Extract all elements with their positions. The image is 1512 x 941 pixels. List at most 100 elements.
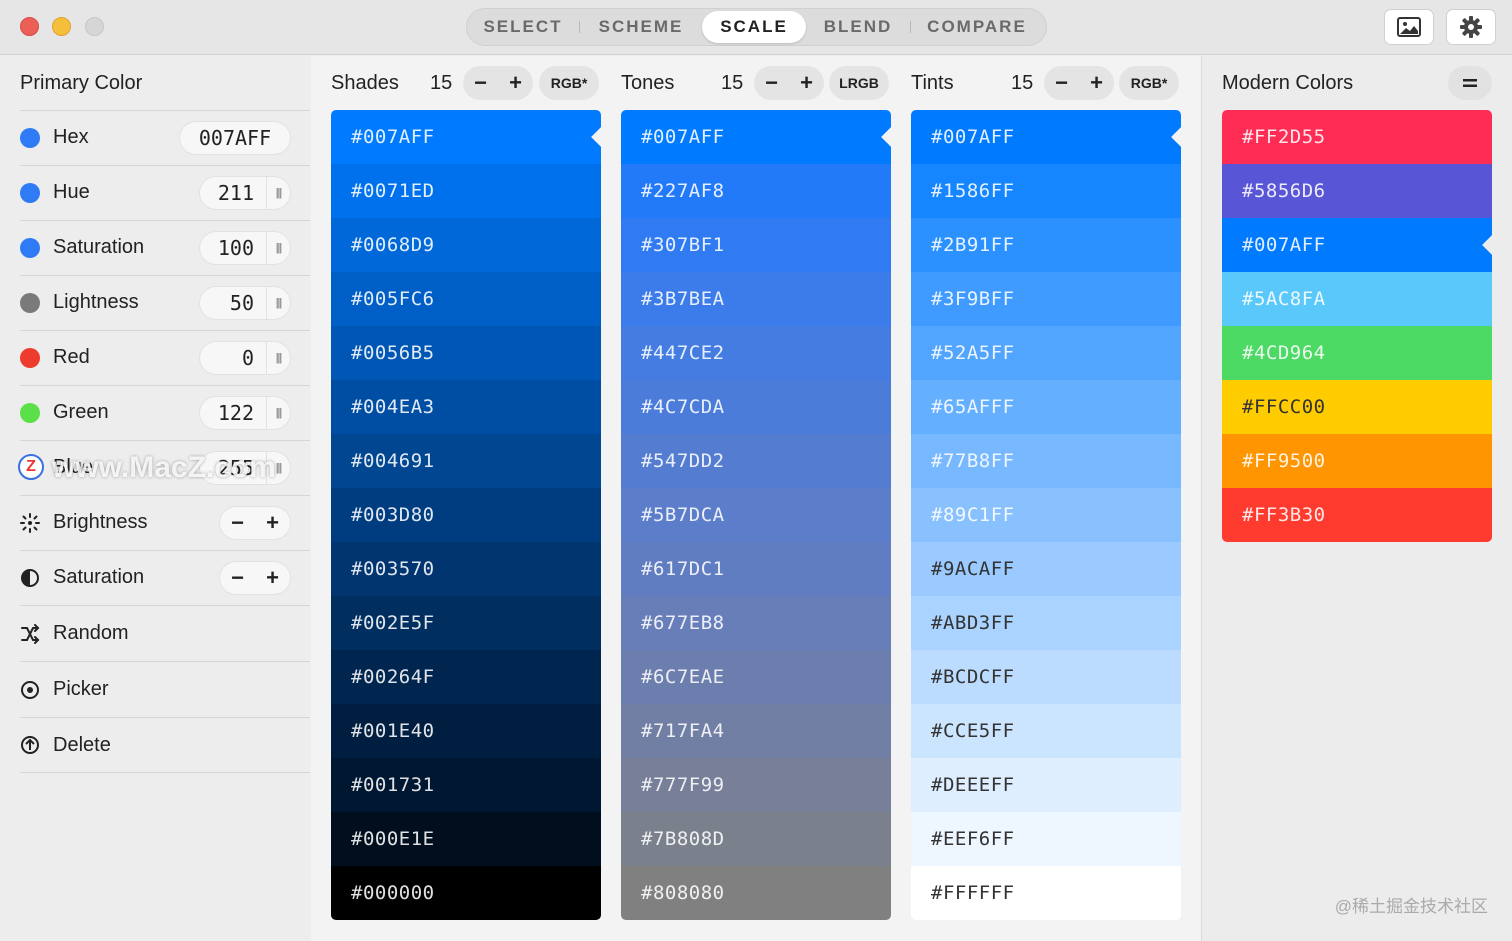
hue-field[interactable]: 211 ||| [200, 177, 290, 209]
tints-swatch[interactable]: #007AFF [911, 110, 1181, 164]
shades-swatch[interactable]: #0071ED [331, 164, 601, 218]
blue-slider-grip-icon[interactable]: ||| [266, 452, 290, 484]
green-field[interactable]: 122 ||| [200, 397, 290, 429]
tones-swatch[interactable]: #717FA4 [621, 704, 891, 758]
tints-swatch[interactable]: #89C1FF [911, 488, 1181, 542]
tints-swatch[interactable]: #2B91FF [911, 218, 1181, 272]
modern-swatch[interactable]: #007AFF [1222, 218, 1492, 272]
tab-select[interactable]: SELECT [467, 11, 579, 43]
brightness-decrease-button[interactable]: − [220, 510, 255, 536]
tones-swatch[interactable]: #5B7DCA [621, 488, 891, 542]
tones-swatch[interactable]: #7B808D [621, 812, 891, 866]
shades-mode-button[interactable]: RGB* [539, 66, 599, 100]
red-field[interactable]: 0 ||| [200, 342, 290, 374]
modern-swatch[interactable]: #FF9500 [1222, 434, 1492, 488]
tones-swatch[interactable]: #808080 [621, 866, 891, 920]
picker-button[interactable]: Picker [20, 661, 310, 717]
tones-swatch[interactable]: #307BF1 [621, 218, 891, 272]
shades-swatch[interactable]: #003D80 [331, 488, 601, 542]
tints-swatch[interactable]: #EEF6FF [911, 812, 1181, 866]
shades-increase-button[interactable]: + [498, 70, 533, 96]
shades-swatch[interactable]: #001E40 [331, 704, 601, 758]
shades-swatch[interactable]: #004EA3 [331, 380, 601, 434]
tones-swatch[interactable]: #677EB8 [621, 596, 891, 650]
shades-swatch[interactable]: #002E5F [331, 596, 601, 650]
modern-swatch[interactable]: #5AC8FA [1222, 272, 1492, 326]
modern-swatch[interactable]: #FF3B30 [1222, 488, 1492, 542]
modern-swatch[interactable]: #4CD964 [1222, 326, 1492, 380]
lightness-slider-grip-icon[interactable]: ||| [266, 287, 290, 319]
tones-swatch[interactable]: #6C7EAE [621, 650, 891, 704]
shades-swatch[interactable]: #003570 [331, 542, 601, 596]
settings-button[interactable] [1446, 9, 1496, 45]
hue-slider-grip-icon[interactable]: ||| [266, 177, 290, 209]
shades-swatch[interactable]: #0056B5 [331, 326, 601, 380]
tints-swatch[interactable]: #ABD3FF [911, 596, 1181, 650]
saturation-field[interactable]: 100 ||| [200, 232, 290, 264]
hex-value[interactable]: 007AFF [180, 126, 290, 150]
shades-swatch[interactable]: #005FC6 [331, 272, 601, 326]
tints-increase-button[interactable]: + [1079, 70, 1114, 96]
delete-button[interactable]: Delete [20, 717, 310, 773]
saturation-value[interactable]: 100 [200, 236, 266, 260]
tints-swatch[interactable]: #3F9BFF [911, 272, 1181, 326]
zoom-window-button[interactable] [85, 17, 104, 36]
saturation-increase-button[interactable]: + [255, 565, 290, 591]
tints-mode-button[interactable]: RGB* [1119, 66, 1179, 100]
modern-swatch[interactable]: #FF2D55 [1222, 110, 1492, 164]
tints-swatch[interactable]: #BCDCFF [911, 650, 1181, 704]
saturation-slider-grip-icon[interactable]: ||| [266, 232, 290, 264]
lightness-value[interactable]: 50 [200, 291, 266, 315]
shades-swatch[interactable]: #004691 [331, 434, 601, 488]
tab-scale[interactable]: SCALE [702, 11, 806, 43]
tones-swatch[interactable]: #227AF8 [621, 164, 891, 218]
tab-scheme[interactable]: SCHEME [580, 11, 702, 43]
tones-increase-button[interactable]: + [789, 70, 824, 96]
tones-swatch[interactable]: #547DD2 [621, 434, 891, 488]
minimize-window-button[interactable] [52, 17, 71, 36]
shades-swatch[interactable]: #001731 [331, 758, 601, 812]
tints-swatch[interactable]: #52A5FF [911, 326, 1181, 380]
hex-field[interactable]: 007AFF [180, 122, 290, 154]
image-button[interactable] [1384, 9, 1434, 45]
red-slider-grip-icon[interactable]: ||| [266, 342, 290, 374]
green-slider-grip-icon[interactable]: ||| [266, 397, 290, 429]
tones-swatch[interactable]: #007AFF [621, 110, 891, 164]
shades-decrease-button[interactable]: − [463, 70, 498, 96]
blue-field[interactable]: 255 ||| [200, 452, 290, 484]
tints-swatch[interactable]: #77B8FF [911, 434, 1181, 488]
modern-swatch[interactable]: #5856D6 [1222, 164, 1492, 218]
close-window-button[interactable] [20, 17, 39, 36]
blue-value[interactable]: 255 [200, 456, 266, 480]
tones-decrease-button[interactable]: − [754, 70, 789, 96]
tones-swatch[interactable]: #4C7CDA [621, 380, 891, 434]
tints-swatch[interactable]: #DEEEFF [911, 758, 1181, 812]
green-value[interactable]: 122 [200, 401, 266, 425]
shades-swatch[interactable]: #000E1E [331, 812, 601, 866]
tints-swatch[interactable]: #CCE5FF [911, 704, 1181, 758]
tints-decrease-button[interactable]: − [1044, 70, 1079, 96]
modern-colors-menu-button[interactable] [1448, 66, 1492, 100]
tints-swatch[interactable]: #65AFFF [911, 380, 1181, 434]
tab-blend[interactable]: BLEND [806, 11, 910, 43]
random-button[interactable]: Random [20, 605, 310, 661]
saturation-decrease-button[interactable]: − [220, 565, 255, 591]
tints-swatch[interactable]: #9ACAFF [911, 542, 1181, 596]
tones-swatch[interactable]: #3B7BEA [621, 272, 891, 326]
shades-swatch[interactable]: #0068D9 [331, 218, 601, 272]
brightness-increase-button[interactable]: + [255, 510, 290, 536]
tints-swatch[interactable]: #1586FF [911, 164, 1181, 218]
tones-swatch[interactable]: #447CE2 [621, 326, 891, 380]
red-value[interactable]: 0 [200, 346, 266, 370]
modern-swatch[interactable]: #FFCC00 [1222, 380, 1492, 434]
tones-swatch[interactable]: #617DC1 [621, 542, 891, 596]
shades-swatch[interactable]: #007AFF [331, 110, 601, 164]
tab-compare[interactable]: COMPARE [911, 11, 1043, 43]
tones-swatch[interactable]: #777F99 [621, 758, 891, 812]
shades-swatch[interactable]: #00264F [331, 650, 601, 704]
tones-mode-button[interactable]: LRGB [829, 66, 889, 100]
hue-value[interactable]: 211 [200, 181, 266, 205]
lightness-field[interactable]: 50 ||| [200, 287, 290, 319]
tints-swatch[interactable]: #FFFFFF [911, 866, 1181, 920]
shades-swatch[interactable]: #000000 [331, 866, 601, 920]
